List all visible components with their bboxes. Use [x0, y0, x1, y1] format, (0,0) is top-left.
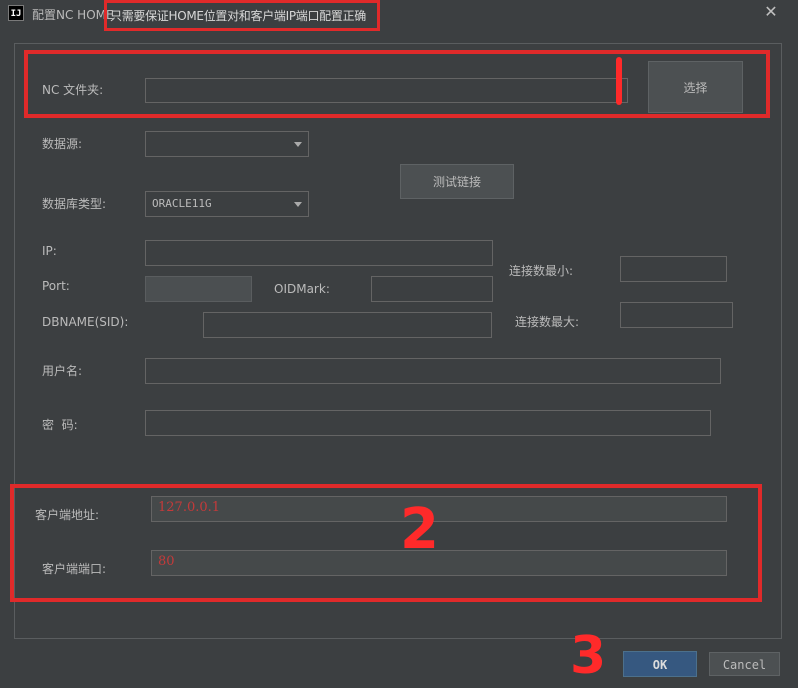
app-icon: IJ	[8, 5, 24, 21]
window-title: 配置NC HOME	[32, 8, 114, 22]
close-icon[interactable]: ✕	[762, 3, 780, 21]
password-label: 密 码:	[42, 418, 78, 432]
username-field[interactable]	[145, 358, 721, 384]
dbname-field[interactable]	[203, 312, 492, 338]
db-type-value: ORACLE11G	[152, 197, 212, 210]
port-label: Port:	[42, 279, 70, 293]
ok-button[interactable]: OK	[623, 651, 697, 677]
username-label: 用户名:	[42, 364, 83, 378]
port-field[interactable]	[145, 276, 252, 302]
chevron-down-icon	[294, 142, 302, 147]
title-bar: IJ 配置NC HOME 只需要保证HOME位置对和客户端IP端口配置正确 ✕	[0, 0, 798, 31]
max-conn-label: 连接数最大:	[515, 315, 580, 329]
min-conn-field[interactable]	[620, 256, 727, 282]
ip-label: IP:	[42, 244, 57, 258]
oidmark-field[interactable]	[371, 276, 493, 302]
annotation-box-1	[24, 50, 770, 118]
db-type-label: 数据库类型:	[42, 197, 107, 211]
annotation-mark-1	[616, 57, 622, 105]
datasource-select[interactable]	[145, 131, 309, 157]
annotation-note: 只需要保证HOME位置对和客户端IP端口配置正确	[110, 9, 366, 23]
dbname-label: DBNAME(SID):	[42, 315, 129, 329]
cancel-button[interactable]: Cancel	[709, 652, 780, 676]
datasource-label: 数据源:	[42, 137, 83, 151]
ip-field[interactable]	[145, 240, 493, 266]
annotation-box-2	[10, 484, 762, 602]
db-type-select[interactable]: ORACLE11G	[145, 191, 309, 217]
annotation-mark-3: 3	[570, 626, 607, 686]
chevron-down-icon	[294, 202, 302, 207]
oidmark-label: OIDMark:	[274, 282, 330, 296]
max-conn-field[interactable]	[620, 302, 733, 328]
annotation-mark-2: 2	[400, 497, 439, 562]
password-field[interactable]	[145, 410, 711, 436]
min-conn-label: 连接数最小:	[509, 264, 574, 278]
test-link-button[interactable]: 测试链接	[400, 164, 514, 199]
